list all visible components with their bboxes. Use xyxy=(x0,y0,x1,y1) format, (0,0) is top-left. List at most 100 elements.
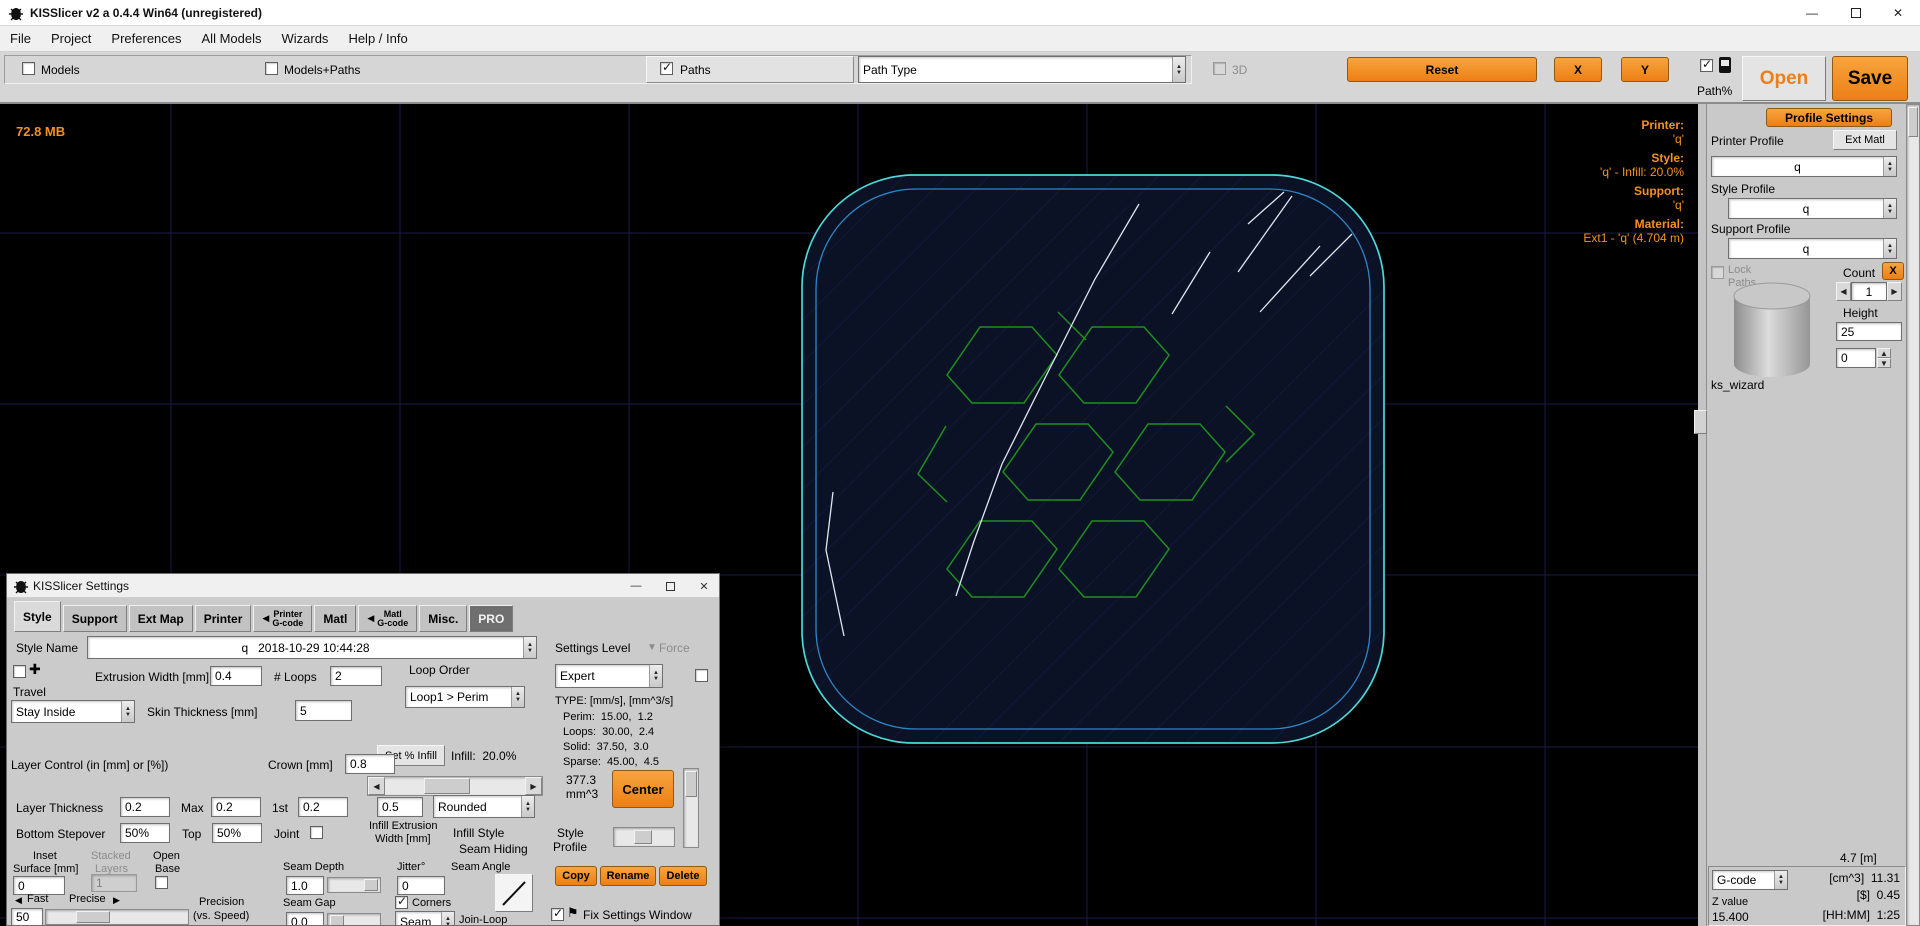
infill-extrusion-width-field[interactable]: 0.5 xyxy=(377,797,423,817)
tab-style[interactable]: Style xyxy=(14,601,61,632)
reset-button[interactable]: Reset xyxy=(1347,57,1537,82)
tab-printer[interactable]: Printer xyxy=(195,605,252,632)
infill-slider-left-button[interactable]: ◀ xyxy=(368,777,385,795)
travel-dropdown[interactable]: Stay Inside ▲▼ xyxy=(11,700,135,723)
max-thickness-field[interactable]: 0.2 xyxy=(211,797,261,817)
open-button[interactable]: Open xyxy=(1742,56,1826,101)
menu-all-models[interactable]: All Models xyxy=(192,31,272,46)
rename-button[interactable]: Rename xyxy=(600,866,656,886)
delete-button[interactable]: Delete xyxy=(659,866,707,886)
tab-misc[interactable]: Misc. xyxy=(419,605,467,632)
tab-matl[interactable]: Matl xyxy=(314,605,356,632)
crown-field[interactable]: 0.8 xyxy=(345,754,395,774)
first-layer-field[interactable]: 0.2 xyxy=(298,797,348,817)
printer-profile-dropdown[interactable]: q ▲▼ xyxy=(1711,156,1897,177)
models-paths-checkbox[interactable] xyxy=(265,62,278,75)
menu-file[interactable]: File xyxy=(0,31,41,46)
menu-project[interactable]: Project xyxy=(41,31,101,46)
ext-matl-button[interactable]: Ext Matl xyxy=(1833,130,1897,150)
support-profile-dropdown[interactable]: q ▲▼ xyxy=(1728,238,1897,259)
seam-angle-button[interactable] xyxy=(495,874,533,912)
dropdown-arrows-icon[interactable]: ▲▼ xyxy=(121,701,134,722)
dropdown-arrows-icon[interactable]: ▲▼ xyxy=(521,796,534,817)
settings-minimize-button[interactable]: — xyxy=(621,574,651,598)
dropdown-arrows-icon[interactable]: ▲▼ xyxy=(649,665,662,687)
save-button[interactable]: Save xyxy=(1832,56,1908,101)
tab-printer-gcode[interactable]: ◀ PrinterG-code xyxy=(253,605,312,632)
layer-thickness-field[interactable]: 0.2 xyxy=(120,797,170,817)
gcode-dropdown[interactable]: G-code ▲▼ xyxy=(1712,870,1788,890)
menu-help-info[interactable]: Help / Info xyxy=(338,31,417,46)
paths-mode-segment[interactable] xyxy=(646,56,854,83)
tab-matl-gcode[interactable]: ◀ MatlG-code xyxy=(358,605,417,632)
dropdown-arrows-icon[interactable]: ▲▼ xyxy=(1774,871,1787,889)
profile-settings-header[interactable]: Profile Settings xyxy=(1766,108,1892,127)
tab-ext-map[interactable]: Ext Map xyxy=(129,605,193,632)
dropdown-arrows-icon[interactable]: ▲▼ xyxy=(441,912,454,926)
style-profile-slider-thumb[interactable] xyxy=(634,830,652,844)
close-button[interactable]: ✕ xyxy=(1876,0,1920,26)
settings-level-checkbox[interactable] xyxy=(695,669,708,682)
maximize-button[interactable] xyxy=(1834,0,1878,26)
bottom-stepover-field[interactable]: 50% xyxy=(120,823,170,843)
seam-gap-slider-thumb[interactable] xyxy=(330,915,344,926)
seam-mode-dropdown[interactable]: Seam ▲▼ xyxy=(395,911,455,926)
skin-thickness-field[interactable]: 5 xyxy=(295,700,352,721)
center-button[interactable]: Center xyxy=(612,770,674,808)
infill-style-dropdown[interactable]: Rounded ▲▼ xyxy=(433,795,535,818)
infill-slider-thumb[interactable] xyxy=(424,778,470,794)
splitter-handle[interactable] xyxy=(1694,410,1707,434)
center-slider-thumb[interactable] xyxy=(685,771,697,797)
path-pct-slider-thumb[interactable] xyxy=(1908,107,1918,137)
dropdown-arrows-icon[interactable]: ▲▼ xyxy=(511,687,524,707)
seam-depth-slider[interactable] xyxy=(327,877,381,893)
rotation-up-button[interactable]: ▲ xyxy=(1877,348,1891,358)
count-decrement-button[interactable]: ◀ xyxy=(1836,282,1851,301)
dropdown-arrows-icon[interactable]: ▲▼ xyxy=(523,637,536,658)
dropdown-arrows-icon[interactable]: ▲▼ xyxy=(1883,157,1896,176)
settings-title-bar[interactable]: KISSlicer Settings — ✕ xyxy=(7,574,719,598)
open-base-checkbox[interactable] xyxy=(155,876,168,889)
count-increment-button[interactable]: ▶ xyxy=(1887,282,1902,301)
num-loops-field[interactable]: 2 xyxy=(330,666,382,686)
jitter-field[interactable]: 0 xyxy=(397,876,445,895)
infill-slider[interactable]: ◀ ▶ xyxy=(367,776,543,796)
style-profile-slider[interactable] xyxy=(613,827,675,847)
seam-gap-slider[interactable] xyxy=(327,913,381,926)
settings-close-button[interactable]: ✕ xyxy=(689,574,719,598)
count-field[interactable]: 1 xyxy=(1851,282,1887,301)
add-style-icon[interactable]: ✚ xyxy=(29,661,41,678)
precision-slider-thumb[interactable] xyxy=(76,911,110,923)
tab-pro[interactable]: PRO xyxy=(469,605,513,632)
paths-checkbox[interactable] xyxy=(660,62,673,75)
path-type-dropdown[interactable]: Path Type ▲▼ xyxy=(858,56,1186,83)
height-field[interactable]: 25 xyxy=(1836,322,1902,341)
style-name-dropdown[interactable]: q 2018-10-29 10:44:28 ▲▼ xyxy=(87,636,537,659)
tab-support[interactable]: Support xyxy=(63,605,127,632)
joint-checkbox[interactable] xyxy=(310,826,323,839)
x-axis-button[interactable]: X xyxy=(1554,57,1602,82)
seam-depth-slider-thumb[interactable] xyxy=(364,879,378,891)
settings-maximize-button[interactable] xyxy=(655,574,685,598)
loop-order-dropdown[interactable]: Loop1 > Perim ▲▼ xyxy=(405,686,525,708)
models-checkbox[interactable] xyxy=(22,62,35,75)
copy-button[interactable]: Copy xyxy=(555,866,597,886)
path-pct-slider[interactable] xyxy=(1906,104,1920,926)
title-bar[interactable]: KISSlicer v2 a 0.4.4 Win64 (unregistered… xyxy=(0,0,1920,26)
menu-preferences[interactable]: Preferences xyxy=(101,31,191,46)
menu-wizards[interactable]: Wizards xyxy=(271,31,338,46)
center-slider[interactable] xyxy=(683,768,699,848)
corners-checkbox[interactable] xyxy=(395,896,408,909)
infill-slider-right-button[interactable]: ▶ xyxy=(525,777,542,795)
panel-close-button[interactable]: X xyxy=(1882,262,1904,280)
dropdown-arrows-icon[interactable]: ▲▼ xyxy=(1172,57,1185,82)
y-axis-button[interactable]: Y xyxy=(1621,57,1669,82)
panel-splitter[interactable] xyxy=(1698,104,1706,926)
style-profile-dropdown[interactable]: q ▲▼ xyxy=(1728,198,1897,219)
path-pct-checkbox[interactable] xyxy=(1700,59,1713,72)
settings-level-dropdown[interactable]: Expert ▲▼ xyxy=(555,664,663,688)
fix-settings-checkbox[interactable] xyxy=(551,908,564,921)
seam-gap-field[interactable]: 0.0 xyxy=(286,912,324,926)
rotation-field[interactable]: 0 xyxy=(1836,348,1876,368)
extrusion-width-field[interactable]: 0.4 xyxy=(210,666,262,686)
